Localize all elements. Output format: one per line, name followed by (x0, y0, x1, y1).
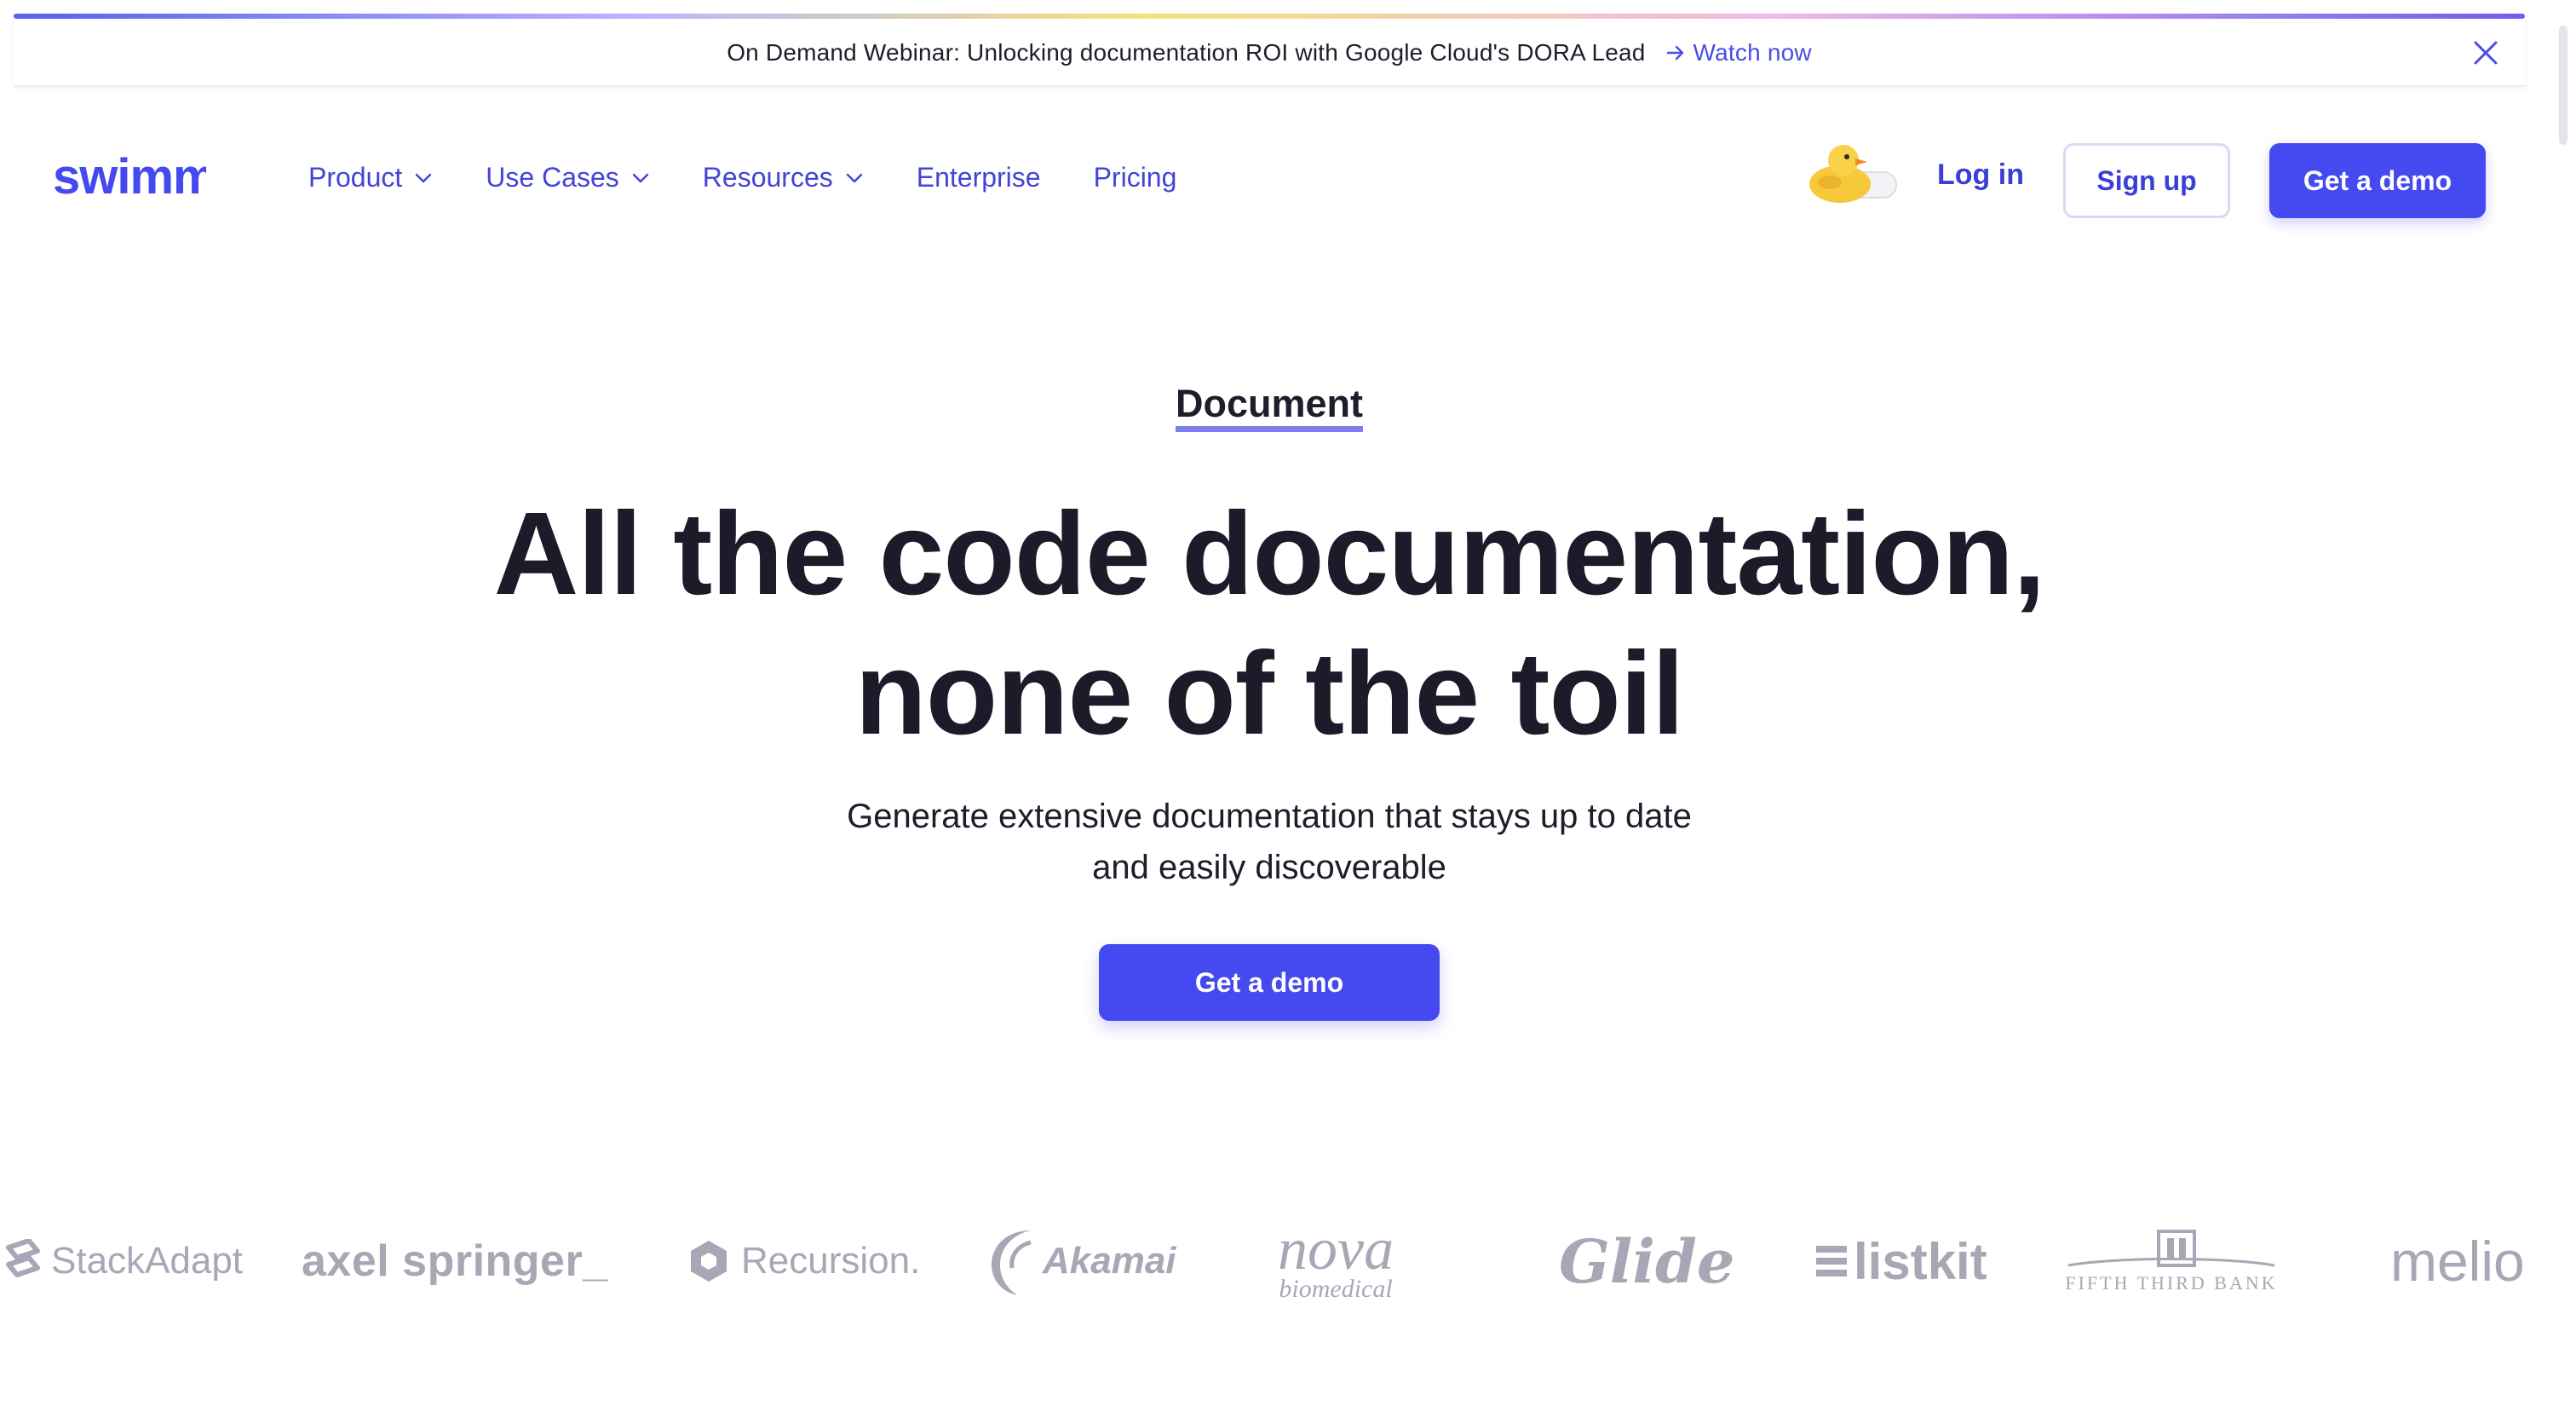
banner-content: On Demand Webinar: Unlocking documentati… (14, 19, 2525, 87)
banner-text: On Demand Webinar: Unlocking documentati… (727, 39, 1646, 66)
hero-get-demo-button[interactable]: Get a demo (1099, 944, 1440, 1021)
nav-item-product[interactable]: Product (308, 162, 433, 193)
listkit-icon (1816, 1246, 1847, 1276)
nav-item-pricing[interactable]: Pricing (1094, 162, 1177, 193)
fifth-third-emblem-icon (2067, 1230, 2275, 1267)
headline-line-2: none of the toil (854, 628, 1685, 759)
nova-text: nova (1278, 1217, 1394, 1282)
logo-melio: melio (2390, 1210, 2525, 1312)
signup-button[interactable]: Sign up (2063, 143, 2230, 218)
logo-fifth-third-bank: FIFTH THIRD BANK (2065, 1210, 2278, 1312)
fifth-third-text: FIFTH THIRD BANK (2065, 1272, 2278, 1294)
nav-item-label: Enterprise (916, 162, 1041, 193)
chevron-down-icon (846, 173, 862, 182)
nav-item-label: Pricing (1093, 162, 1177, 193)
akamai-swoosh-icon (992, 1230, 1032, 1295)
chevron-down-icon (416, 173, 432, 182)
customer-logos: StackAdapt axel springer_ Recursion. Aka… (0, 1210, 2576, 1312)
logo-glide: Glide (1559, 1210, 1734, 1312)
logo-axel-springer: axel springer_ (302, 1210, 608, 1312)
hexagon-icon (691, 1241, 727, 1282)
axel-springer-text: axel springer_ (302, 1236, 608, 1286)
chevron-down-icon (632, 173, 648, 182)
melio-text: melio (2390, 1230, 2525, 1293)
logo-listkit: listkit (1816, 1210, 1987, 1312)
logo-nova-biomedical: nova biomedical (1278, 1210, 1394, 1312)
get-demo-button[interactable]: Get a demo (2269, 143, 2486, 218)
headline-line-1: All the code documentation, (493, 488, 2046, 619)
login-link[interactable]: Log in (1937, 158, 2024, 192)
nav-item-enterprise[interactable]: Enterprise (917, 162, 1041, 193)
logo-stackadapt: StackAdapt (3, 1210, 243, 1312)
hero-headline: All the code documentation, none of the … (0, 484, 2539, 764)
stackadapt-text: StackAdapt (51, 1240, 244, 1282)
close-icon[interactable] (2469, 36, 2503, 70)
nav-item-use-cases[interactable]: Use Cases (486, 162, 650, 193)
listkit-text: listkit (1854, 1232, 1987, 1290)
subhead-line-1: Generate extensive documentation that st… (847, 798, 1692, 835)
subhead-line-2: and easily discoverable (1092, 849, 1446, 886)
watch-now-link[interactable]: Watch now (1666, 39, 1812, 66)
eyebrow-label: Document (1175, 382, 1363, 432)
nav-item-resources[interactable]: Resources (703, 162, 864, 193)
nav-item-label: Resources (702, 162, 833, 193)
nav-item-label: Use Cases (486, 162, 619, 193)
announcement-banner: On Demand Webinar: Unlocking documentati… (14, 14, 2525, 87)
rubber-duck-toggle-icon[interactable] (1804, 135, 1900, 206)
hero-subhead: Generate extensive documentation that st… (0, 791, 2539, 893)
swimm-logo[interactable]: swimm (53, 149, 206, 209)
watch-now-label: Watch now (1693, 39, 1812, 66)
nav-item-label: Product (308, 162, 403, 193)
nova-subtext: biomedical (1279, 1275, 1393, 1303)
logo-akamai: Akamai (988, 1210, 1176, 1312)
logo-text: swimm (53, 149, 206, 205)
hero-eyebrow: Document (0, 382, 2539, 432)
main-nav: swimm Product Use Cases Resources Enterp… (0, 119, 2576, 247)
logo-recursion: Recursion. (688, 1210, 920, 1312)
akamai-text: Akamai (1043, 1240, 1176, 1282)
stackadapt-icon (6, 1239, 40, 1277)
glide-text: Glide (1559, 1225, 1735, 1297)
recursion-text: Recursion. (741, 1240, 921, 1282)
nav-menu: Product Use Cases Resources Enterprise P… (308, 162, 1176, 193)
arrow-right-icon (1666, 45, 1683, 61)
